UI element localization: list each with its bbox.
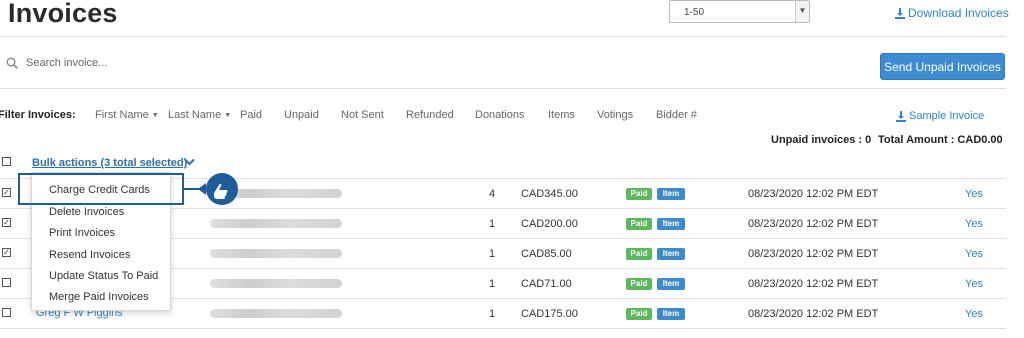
menu-item-print-invoices[interactable]: Print Invoices [49, 227, 115, 239]
send-unpaid-invoices-button[interactable]: Send Unpaid Invoices [880, 53, 1005, 80]
filter-items[interactable]: Items [548, 109, 575, 121]
item-count: 1 [489, 218, 496, 230]
pagination-select-value: 1-50 [684, 7, 705, 18]
download-invoices-label: Download Invoices [908, 6, 1009, 20]
highlight-frame [18, 173, 184, 205]
redacted-text [210, 279, 342, 288]
caret-down-icon: ▼ [151, 112, 159, 119]
filter-donations[interactable]: Donations [475, 109, 525, 121]
download-icon [896, 110, 906, 122]
menu-item-merge-paid-invoices[interactable]: Merge Paid Invoices [49, 291, 149, 303]
chevron-down-icon[interactable] [184, 158, 195, 166]
paid-badge: Paid [626, 278, 652, 290]
filter-paid[interactable]: Paid [240, 109, 262, 121]
divider [0, 328, 1006, 329]
row-checkbox[interactable]: ✓ [2, 248, 11, 257]
divider [0, 36, 1006, 37]
filter-bidder[interactable]: Bidder # [656, 109, 697, 121]
search-icon [6, 57, 18, 69]
invoice-date: 08/23/2020 12:02 PM EDT [748, 218, 879, 230]
filter-unpaid[interactable]: Unpaid [284, 109, 319, 121]
divider [0, 88, 1006, 89]
row-checkbox[interactable]: ✓ [2, 218, 11, 227]
item-badge: Item [657, 308, 685, 320]
row-checkbox[interactable] [2, 278, 11, 287]
sent-status-link[interactable]: Yes [965, 218, 983, 230]
invoice-amount: CAD71.00 [521, 278, 572, 290]
item-badge: Item [657, 278, 685, 290]
sent-status-link[interactable]: Yes [965, 308, 983, 320]
sample-invoice-label: Sample Invoice [909, 110, 985, 122]
item-count: 4 [489, 188, 496, 200]
redacted-text [210, 309, 342, 318]
sent-status-link[interactable]: Yes [965, 248, 983, 260]
paid-badge: Paid [626, 308, 652, 320]
redacted-text [210, 249, 342, 258]
paid-badge: Paid [626, 188, 652, 200]
item-count: 1 [489, 248, 496, 260]
paid-badge: Paid [626, 248, 652, 260]
filter-votings[interactable]: Votings [597, 109, 633, 121]
total-amount: Total Amount : CAD0.00 [878, 134, 1003, 146]
filter-last-name[interactable]: Last Name ▼ [168, 109, 231, 121]
menu-item-resend-invoices[interactable]: Resend Invoices [49, 249, 130, 261]
bulk-actions-toggle[interactable]: Bulk actions (3 total selected) [32, 157, 187, 169]
pointer-hand-icon [184, 173, 238, 205]
sent-status-link[interactable]: Yes [965, 188, 983, 200]
sent-status-link[interactable]: Yes [965, 278, 983, 290]
menu-item-delete-invoices[interactable]: Delete Invoices [49, 206, 124, 218]
download-invoices-link[interactable]: Download Invoices [895, 6, 1009, 20]
invoice-amount: CAD200.00 [521, 218, 578, 230]
caret-down-icon: ▼ [224, 112, 232, 119]
download-icon [895, 7, 905, 19]
search-input[interactable] [26, 57, 326, 69]
item-badge: Item [657, 218, 685, 230]
invoice-amount: CAD175.00 [521, 308, 578, 320]
sample-invoice-link[interactable]: Sample Invoice [896, 110, 984, 122]
item-badge: Item [657, 188, 685, 200]
invoice-date: 08/23/2020 12:02 PM EDT [748, 188, 879, 200]
unpaid-count: Unpaid invoices : 0 [771, 134, 872, 146]
chevron-down-icon[interactable]: ▼ [795, 1, 809, 22]
filter-first-name[interactable]: First Name ▼ [95, 109, 159, 121]
filter-not-sent[interactable]: Not Sent [341, 109, 384, 121]
item-badge: Item [657, 248, 685, 260]
row-checkbox[interactable]: ✓ [2, 188, 11, 197]
select-all-checkbox[interactable] [2, 157, 11, 166]
page-title: Invoices [8, 0, 118, 28]
redacted-text [210, 219, 342, 228]
invoice-amount: CAD85.00 [521, 248, 572, 260]
menu-item-update-status-to-paid[interactable]: Update Status To Paid [49, 270, 158, 282]
filter-label: Filter Invoices: [0, 109, 76, 121]
item-count: 1 [489, 308, 496, 320]
invoice-date: 08/23/2020 12:02 PM EDT [748, 308, 879, 320]
invoice-date: 08/23/2020 12:02 PM EDT [748, 278, 879, 290]
item-count: 1 [489, 278, 496, 290]
paid-badge: Paid [626, 218, 652, 230]
filter-last-name-label: Last Name [168, 109, 222, 121]
invoice-amount: CAD345.00 [521, 188, 578, 200]
invoice-date: 08/23/2020 12:02 PM EDT [748, 248, 879, 260]
filter-first-name-label: First Name [95, 109, 149, 121]
pagination-select[interactable]: 1-50 ▼ [669, 0, 810, 23]
row-checkbox[interactable] [2, 308, 11, 317]
filter-refunded[interactable]: Refunded [406, 109, 454, 121]
